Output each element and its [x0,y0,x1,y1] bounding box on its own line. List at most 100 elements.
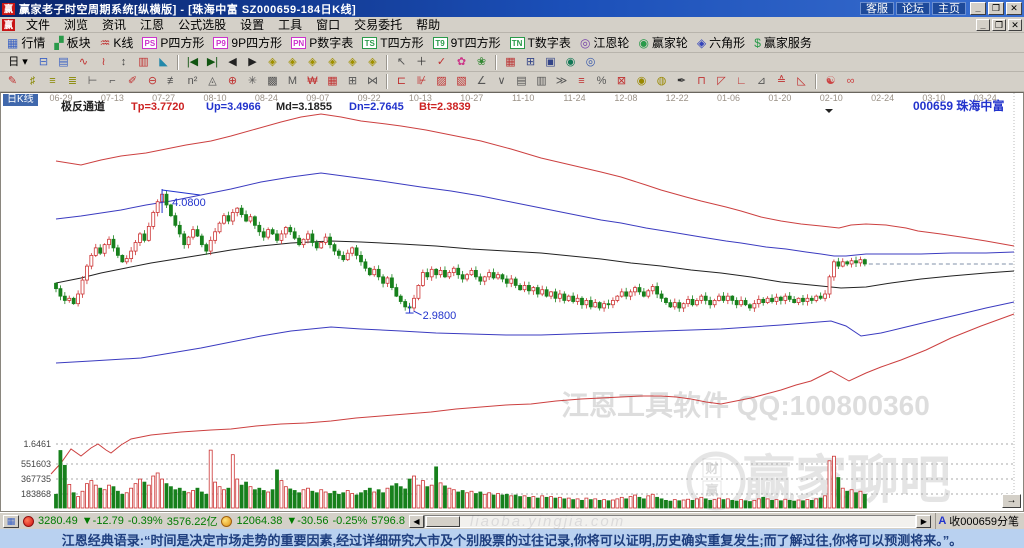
gold-circle-button[interactable]: ◍ [652,73,671,90]
first-bar-button[interactable]: |◀ [183,54,202,71]
menu-帮助[interactable]: 帮助 [409,16,447,33]
theme-tool-button[interactable]: ❀ [472,54,491,71]
scroll-right-button[interactable]: → [1002,494,1021,508]
gann-node-1-button[interactable]: ◈ [263,54,282,71]
kline-chart[interactable]: 06-2907-1307-2708-1008-2409-0709-2210-13… [1,93,1023,511]
grid-lines-button[interactable]: ♯ [23,73,42,90]
angle-button[interactable]: ∠ [472,73,491,90]
square-of-nine-button[interactable]: n² [183,73,202,90]
angle-grid-button[interactable]: ▨ [432,73,451,90]
calendar-button[interactable]: ▦ [501,54,520,71]
pencil-button[interactable]: ✎ [3,73,22,90]
quote-grid-icon[interactable]: ▦ [3,515,19,528]
draw-line-button[interactable]: ✐ [123,73,142,90]
gann-node-2-button[interactable]: ◈ [283,54,302,71]
note-pane-button[interactable]: ▤ [54,54,73,71]
titlebar-link-客服[interactable]: 客服 [860,2,894,15]
rows-button[interactable]: ▤ [512,73,531,90]
window-layout-button[interactable]: ⊟ [34,54,53,71]
mdi-minimize-button[interactable]: _ [976,19,990,31]
wedge-1-button[interactable]: ◸ [712,73,731,90]
corner-button[interactable]: ⌐ [103,73,122,90]
menu-江恩[interactable]: 江恩 [133,16,171,33]
tool-t-number-table[interactable]: TNT数字表 [506,34,575,51]
bracket-button[interactable]: ⊏ [392,73,411,90]
maximize-button[interactable]: ❐ [988,2,1004,15]
percent-button[interactable]: % [592,73,611,90]
arc-top-button[interactable]: ⊓ [692,73,711,90]
scrollbar-track[interactable] [424,515,916,528]
scrollbar-thumb[interactable] [426,516,460,527]
save-data-button[interactable]: ◉ [561,54,580,71]
stamp-tool-button[interactable]: ✿ [452,54,471,71]
mark-tool-button[interactable]: ✓ [432,54,451,71]
next-bar-button[interactable]: ▶ [243,54,262,71]
close-button[interactable]: ✕ [1006,2,1022,15]
scroll-left-arrow[interactable]: ◀ [409,515,424,528]
fan-lines-button[interactable]: ⊮ [412,73,431,90]
tool-p-square[interactable]: PSP四方形 [138,34,208,51]
gann-circle-button[interactable]: ⊕ [223,73,242,90]
menu-公式选股[interactable]: 公式选股 [171,16,233,33]
tool-p-number-table[interactable]: PNP数字表 [287,34,357,51]
tool-gann-wheel[interactable]: ◎江恩轮 [576,34,634,51]
dense-lines-button[interactable]: ≣ [63,73,82,90]
calculator-button[interactable]: ⊞ [521,54,540,71]
curve-1-button[interactable]: ∿ [74,54,93,71]
tool-kline[interactable]: ♒K线 [96,34,138,51]
tool-sectors[interactable]: ▞板块 [50,34,94,51]
cols-button[interactable]: ▥ [532,73,551,90]
m-wave-button[interactable]: Μ [283,73,302,90]
last-bar-button[interactable]: ▶| [203,54,222,71]
kline-style-button[interactable]: ▥ [134,54,153,71]
mdi-close-button[interactable]: ✕ [1008,19,1022,31]
gold-section-button[interactable]: ◉ [632,73,651,90]
taiji-button[interactable]: ☯ [821,73,840,90]
mdi-restore-button[interactable]: ❐ [992,19,1006,31]
wedge-2-button[interactable]: ◺ [792,73,811,90]
w-wave-button[interactable]: ₩ [303,73,322,90]
cycle-line-button[interactable]: ⊖ [143,73,162,90]
menu-浏览[interactable]: 浏览 [57,16,95,33]
tool-quotes[interactable]: ▦行情 [3,34,49,51]
triangle-button[interactable]: ◬ [203,73,222,90]
tool-winner-wheel[interactable]: ◉赢家轮 [634,34,692,51]
cross-cycle-button[interactable]: ⋈ [363,73,382,90]
prev-bar-button[interactable]: ◀ [223,54,242,71]
tool-9p-square[interactable]: P99P四方形 [209,34,286,51]
fib-levels-button[interactable]: ≡ [572,73,591,90]
x-box-button[interactable]: ⊠ [612,73,631,90]
flag-tool-button[interactable]: ◣ [154,54,173,71]
menu-设置[interactable]: 设置 [233,16,271,33]
menu-资讯[interactable]: 资讯 [95,16,133,33]
parallel-button[interactable]: ≢ [163,73,182,90]
minimize-button[interactable]: _ [970,2,986,15]
net-update-button[interactable]: ◎ [581,54,600,71]
period-combo-button[interactable]: 日 ▾ [3,54,33,71]
ray-button[interactable]: ⊢ [83,73,102,90]
tool-hexagon[interactable]: ◈六角形 [693,34,749,51]
delta-button[interactable]: ⊿ [752,73,771,90]
angle-grid-2-button[interactable]: ▧ [452,73,471,90]
box-grid-button[interactable]: ⊞ [343,73,362,90]
tick-data-button[interactable]: A 收000659分笔 [935,513,1021,529]
estimate-button[interactable]: ≙ [772,73,791,90]
gann-node-6-button[interactable]: ◈ [363,54,382,71]
tool-9t-square[interactable]: T99T四方形 [429,34,505,51]
scroll-right-arrow[interactable]: ▶ [916,515,931,528]
curve-2-button[interactable]: ≀ [94,54,113,71]
star-rays-button[interactable]: ✳ [243,73,262,90]
crosshair-tool-button[interactable]: ＋ [412,54,431,71]
gann-node-5-button[interactable]: ◈ [343,54,362,71]
pane-label[interactable]: 日K线 [3,94,38,106]
speed-lines-button[interactable]: ≫ [552,73,571,90]
menu-工具[interactable]: 工具 [271,16,309,33]
right-angle-button[interactable]: ∟ [732,73,751,90]
gann-node-4-button[interactable]: ◈ [323,54,342,71]
notes-button[interactable]: ▣ [541,54,560,71]
menu-交易委托[interactable]: 交易委托 [347,16,409,33]
horizontal-scrollbar[interactable]: ◀ ▶ [409,515,931,528]
scale-tool-button[interactable]: ↕ [114,54,133,71]
h-lines-button[interactable]: ≡ [43,73,62,90]
gann-box-button[interactable]: ▦ [323,73,342,90]
